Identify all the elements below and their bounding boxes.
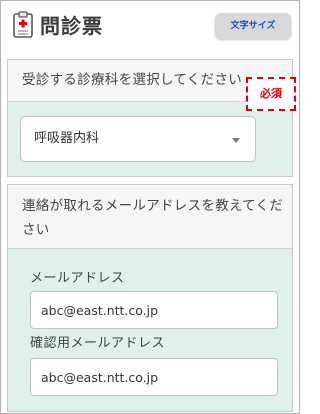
required-badge: 必須: [246, 77, 296, 111]
department-select[interactable]: 呼吸器内科: [20, 116, 256, 162]
email-section: 連絡が取れるメールアドレスを教えてください メールアドレス 確認用メールアドレス: [7, 184, 293, 412]
department-section: 受診する診療科を選択してください 必須 呼吸器内科: [7, 59, 296, 177]
confirm-email-field[interactable]: [30, 358, 278, 396]
font-size-button[interactable]: 文字サイズ: [215, 13, 291, 39]
confirm-email-label: 確認用メールアドレス: [30, 336, 166, 351]
chevron-down-icon: [232, 138, 240, 143]
page-title: 問診票: [40, 14, 103, 38]
email-question-header: 連絡が取れるメールアドレスを教えてください: [8, 185, 292, 249]
header: 問診票 文字サイズ: [1, 1, 299, 53]
department-select-value: 呼吸器内科: [34, 131, 100, 146]
email-field[interactable]: [30, 291, 278, 329]
email-question: 連絡が取れるメールアドレスを教えてください: [22, 198, 284, 238]
department-question: 受診する診療科を選択してください: [22, 72, 242, 88]
app-frame: 問診票 文字サイズ 受診する診療科を選択してください 必須 呼吸器内科 連絡が取…: [0, 0, 300, 414]
email-label: メールアドレス: [30, 271, 125, 286]
clipboard-icon: [13, 11, 33, 38]
